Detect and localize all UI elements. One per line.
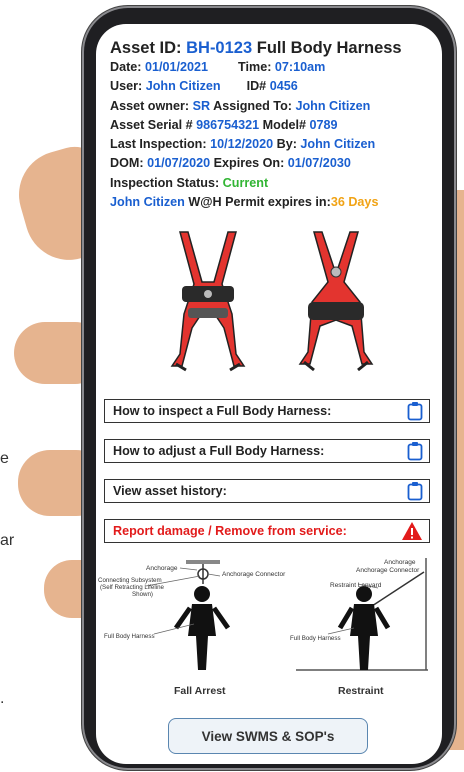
- by-label: By:: [273, 137, 301, 152]
- restraint-anchorage-label: Anchorage: [384, 559, 416, 566]
- connecting-subsystem-label: Connecting Subsystem: [98, 577, 162, 584]
- status-row: Inspection Status: Current: [110, 174, 432, 193]
- asset-title: Asset ID: BH-0123 Full Body Harness: [110, 39, 432, 58]
- user-label: User:: [110, 79, 146, 94]
- harness-images: [170, 231, 374, 372]
- serial-value: 986754321: [196, 117, 260, 132]
- time-label: Time:: [238, 60, 275, 74]
- expires-label: Expires On:: [210, 156, 288, 171]
- restraint-lanyard-label: Restraint Lanyard: [330, 582, 382, 589]
- fall-arrest-diagram: Anchorage Anchorage Connector Connecting…: [98, 560, 286, 697]
- user-row: User: John Citizen ID# 0456: [110, 77, 432, 96]
- owner-label: Asset owner:: [110, 98, 193, 113]
- owner-value: SR: [192, 98, 211, 113]
- user-id-label: ID#: [246, 79, 270, 94]
- background-text-2: ar: [0, 532, 15, 549]
- adjust-guide-button[interactable]: How to adjust a Full Body Harness:: [104, 439, 430, 463]
- dom-value: 01/07/2020: [147, 156, 211, 171]
- date-row: Date: 01/01/2021 Time: 07:10am: [110, 58, 432, 77]
- status-badge: Current: [222, 175, 269, 190]
- harness-front-image: [170, 231, 246, 372]
- user-value: John Citizen: [145, 79, 221, 94]
- asset-id: BH-0123: [186, 39, 253, 57]
- adjust-guide-label: How to adjust a Full Body Harness:: [113, 444, 325, 458]
- date-label: Date:: [110, 60, 145, 74]
- view-swms-sop-button[interactable]: View SWMS & SOP's: [168, 718, 368, 754]
- asset-info: Asset ID: BH-0123 Full Body Harness Date…: [110, 39, 432, 212]
- restraint-diagram: Anchorage Anchorage Connector Restraint …: [290, 558, 428, 697]
- asset-history-label: View asset history:: [113, 484, 227, 498]
- assigned-value: John Citizen: [295, 98, 371, 113]
- inspect-guide-label: How to inspect a Full Body Harness:: [113, 404, 332, 418]
- background-text-1: e: [0, 450, 9, 467]
- inspect-guide-button[interactable]: How to inspect a Full Body Harness:: [104, 399, 430, 423]
- asset-name: Full Body Harness: [252, 39, 402, 57]
- full-body-harness-label: Full Body Harness: [104, 633, 155, 640]
- fall-protection-diagram: Anchorage Anchorage Connector Connecting…: [98, 558, 428, 697]
- connecting-subsystem-detail-label: (Self Retracting Lifeline: [100, 584, 165, 591]
- anchorage-label: Anchorage: [146, 565, 178, 572]
- model-value: 0789: [309, 117, 338, 132]
- permit-row: John Citizen W@H Permit expires in:36 Da…: [110, 193, 432, 212]
- assigned-label: Assigned To:: [210, 98, 296, 113]
- harness-back-image: [298, 231, 374, 372]
- asset-id-label: Asset ID:: [110, 39, 187, 57]
- owner-row: Asset owner: SR Assigned To: John Citize…: [110, 97, 432, 116]
- expires-value: 01/07/2030: [287, 156, 351, 171]
- user-id-value: 0456: [269, 79, 298, 94]
- time-value: 07:10am: [274, 60, 326, 74]
- serial-label: Asset Serial #: [110, 117, 197, 132]
- last-inspection-label: Last Inspection:: [110, 137, 211, 152]
- background-text-3: .: [0, 690, 5, 707]
- restraint-anchorage-connector-label: Anchorage Connector: [356, 567, 420, 574]
- model-label: Model#: [259, 117, 310, 132]
- fall-arrest-title: Fall Arrest: [174, 685, 226, 697]
- anchorage-connector-label: Anchorage Connector: [222, 571, 286, 578]
- warning-icon: [402, 522, 422, 540]
- permit-label: W@H Permit expires in:: [184, 195, 331, 210]
- status-label: Inspection Status:: [110, 175, 223, 190]
- report-damage-label: Report damage / Remove from service:: [113, 524, 347, 538]
- last-inspection-value: 10/12/2020: [210, 137, 274, 152]
- permit-user: John Citizen: [110, 195, 185, 210]
- dom-label: DOM:: [110, 156, 148, 171]
- clipboard-icon: [407, 402, 423, 421]
- restraint-harness-label: Full Body Harness: [290, 635, 341, 642]
- clipboard-icon: [407, 442, 423, 461]
- restraint-title: Restraint: [338, 685, 384, 697]
- asset-history-button[interactable]: View asset history:: [104, 479, 430, 503]
- connecting-subsystem-shown-label: Shown): [132, 591, 153, 598]
- serial-row: Asset Serial # 986754321 Model# 0789: [110, 116, 432, 135]
- date-value: 01/01/2021: [145, 60, 209, 74]
- clipboard-icon: [407, 482, 423, 501]
- last-inspection-row: Last Inspection: 10/12/2020 By: John Cit…: [110, 135, 432, 154]
- report-damage-button[interactable]: Report damage / Remove from service:: [104, 519, 430, 543]
- by-value: John Citizen: [300, 137, 376, 152]
- dom-row: DOM: 01/07/2020 Expires On: 01/07/2030: [110, 154, 432, 173]
- phone-screen: Asset ID: BH-0123 Full Body Harness Date…: [96, 24, 442, 764]
- view-swms-sop-label: View SWMS & SOP's: [201, 728, 335, 744]
- permit-days: 36 Days: [330, 195, 379, 210]
